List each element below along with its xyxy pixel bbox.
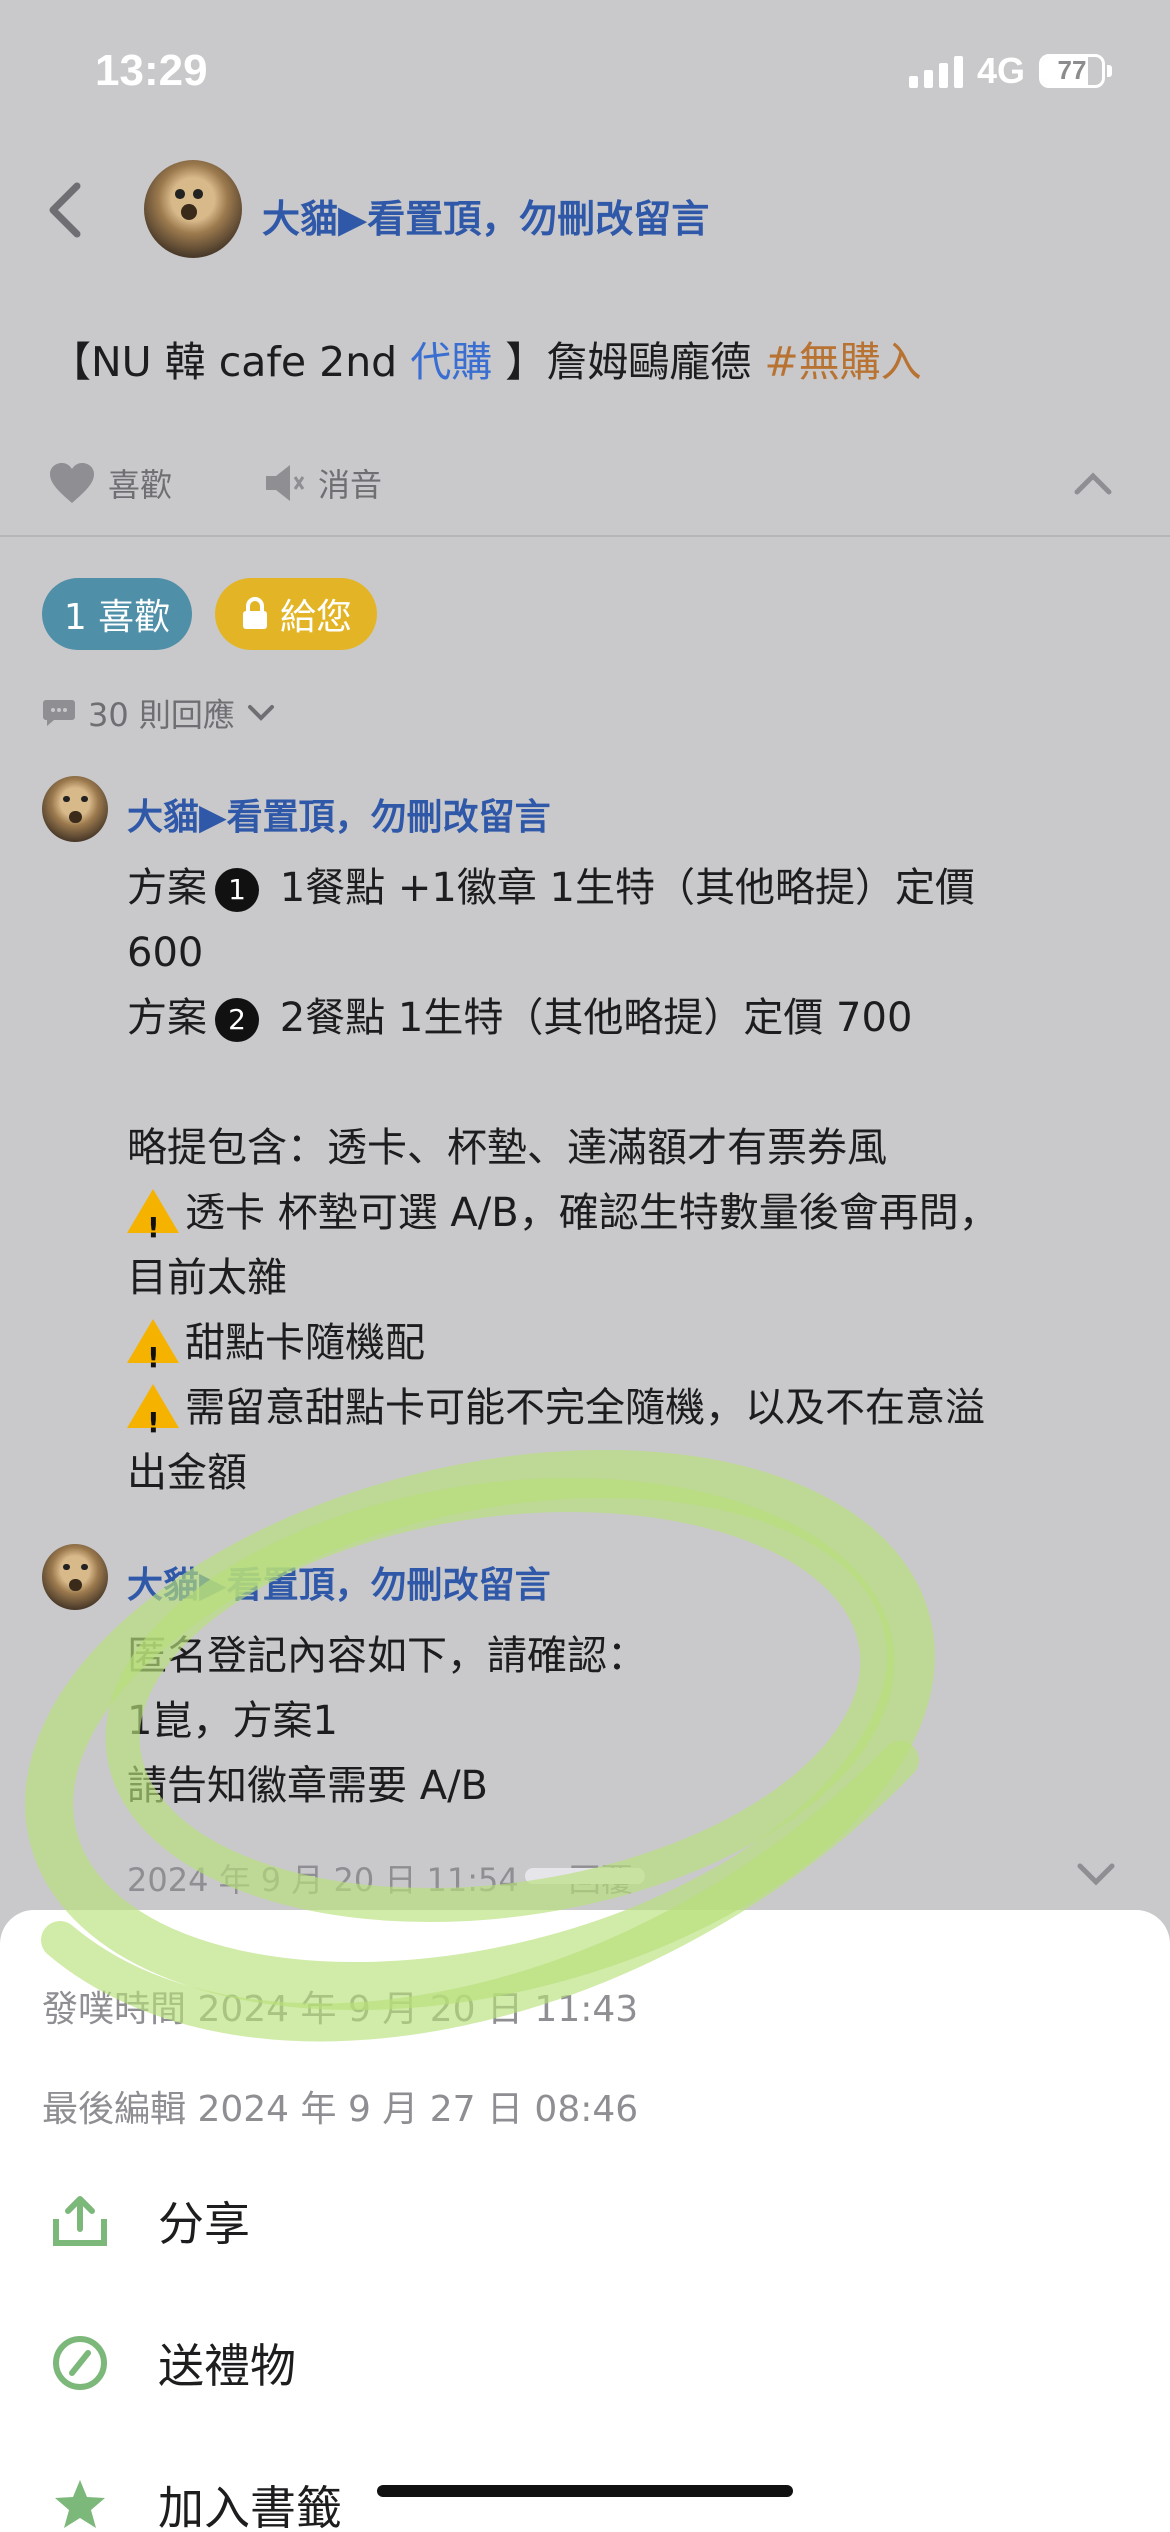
post-title-prefix: 【NU 韓 cafe 2nd (50, 338, 411, 386)
like-button[interactable]: 喜歡 (48, 460, 172, 506)
battery-icon: 77 (1039, 54, 1112, 88)
comment-text: 方案 (127, 865, 207, 911)
number-badge: 2 (215, 998, 259, 1042)
comment-text: 匿名登記內容如下，請確認： (127, 1633, 647, 1679)
author-avatar[interactable] (144, 160, 242, 258)
comment-author[interactable]: 大貓▶看置頂，勿刪改留言 (127, 788, 551, 840)
comment-avatar[interactable] (42, 776, 108, 842)
comment-timestamp: 2024 年 9 月 20 日 11:54 (127, 1861, 519, 1899)
comment-text: 600 (127, 930, 204, 976)
warning-icon (127, 1319, 179, 1390)
action-sheet: 發噗時間 2024 年 9 月 20 日 11:43 最後編輯 2024 年 9… (0, 1868, 1170, 2532)
plurk-post-screen: 13:29 4G 77 大貓▶看置頂，勿刪改留言 【NU 韓 cafe 2nd … (0, 0, 1170, 2532)
comment-text: 透卡 杯墊可選 A/B，確認生特數量後會再問， (185, 1190, 999, 1236)
star-icon (55, 2480, 105, 2528)
share-menu-item[interactable]: 分享 (52, 2188, 250, 2254)
post-content: 【NU 韓 cafe 2nd 代購 】詹姆鷗龐德 #無購入 (50, 328, 922, 388)
comment-author[interactable]: 大貓▶看置頂，勿刪改留言 (127, 1556, 551, 1608)
comment-line: 匿名登記內容如下，請確認： (127, 1624, 1137, 1689)
speaker-mute-icon (266, 465, 305, 501)
warning-icon (127, 1384, 179, 1455)
bookmark-menu-item[interactable]: 加入書籤 (52, 2472, 342, 2532)
author-name[interactable]: 大貓▶看置頂，勿刪改留言 (262, 188, 709, 243)
post-link[interactable]: 代購 (410, 338, 492, 386)
comment-text: 方案 (127, 995, 207, 1041)
collapse-chevron-icon[interactable] (1073, 470, 1113, 496)
comment-text (127, 1060, 140, 1106)
comment-line: 透卡 杯墊可選 A/B，確認生特數量後會再問， (127, 1181, 1137, 1260)
comment-line: 方案 1 1餐點 +1徽章 1生特（其他略提）定價 (127, 856, 1137, 921)
comment-line: 1崑，方案1 (127, 1689, 1137, 1754)
lock-icon (242, 597, 267, 629)
comment-text: 出金額 (127, 1450, 247, 1496)
chevron-down-icon (247, 705, 274, 721)
gift-menu-item[interactable]: 送禮物 (52, 2330, 296, 2396)
comment-body: 匿名登記內容如下，請確認： 1崑，方案1 請告知徽章需要 A/B (127, 1624, 1137, 1819)
comment-text: 請告知徽章需要 A/B (127, 1763, 488, 1809)
replies-toggle[interactable]: 30 則回應 (42, 690, 275, 736)
comment-text: 1餐點 +1徽章 1生特（其他略提）定價 (267, 865, 976, 911)
replies-count: 30 則回應 (88, 696, 235, 734)
likes-pill[interactable]: 1 喜歡 (42, 578, 192, 650)
comment-line: 方案 2 2餐點 1生特（其他略提）定價 700 (127, 986, 1137, 1051)
comment-line: 出金額 (127, 1441, 1137, 1506)
edited-time: 最後編輯 2024 年 9 月 27 日 08:46 (42, 2089, 639, 2130)
back-chevron-icon[interactable] (45, 180, 85, 240)
gift-pill[interactable]: 給您 (215, 578, 377, 650)
post-hashtag[interactable]: #無購入 (764, 338, 921, 386)
comment-body: 方案 1 1餐點 +1徽章 1生特（其他略提）定價 600 方案 2 2餐點 1生特（其… (127, 856, 1137, 1506)
comment-line: 略提包含：透卡、杯墊、達滿額才有票券風 (127, 1116, 1137, 1181)
post-title-middle: 】詹姆鷗龐德 (492, 338, 765, 386)
comment-text: 1崑，方案1 (127, 1698, 338, 1744)
posted-time: 發噗時間 2024 年 9 月 20 日 11:43 (42, 1989, 639, 2030)
network-label: 4G (976, 50, 1025, 91)
comment-avatar[interactable] (42, 1544, 108, 1610)
comment-text: 2餐點 1生特（其他略提）定價 700 (267, 995, 913, 1041)
status-time: 13:29 (95, 46, 208, 95)
comment-text: 甜點卡隨機配 (185, 1320, 425, 1366)
number-badge: 1 (215, 868, 259, 912)
mute-button[interactable]: 消音 (262, 460, 382, 506)
home-indicator[interactable] (377, 2485, 793, 2497)
comment-line: 需留意甜點卡可能不完全隨機，以及不在意溢 (127, 1376, 1137, 1455)
battery-level: 77 (1057, 55, 1087, 85)
share-label: 分享 (158, 2197, 250, 2251)
share-icon (53, 2196, 107, 2246)
warning-icon (127, 1189, 179, 1260)
gift-label: 送禮物 (158, 2339, 296, 2393)
heart-icon (50, 463, 94, 503)
comment-line: 甜點卡隨機配 (127, 1311, 1137, 1390)
like-label: 喜歡 (108, 466, 173, 504)
comment-line: 目前太雜 (127, 1246, 1137, 1311)
gift-icon (53, 2336, 107, 2390)
comment-text: 略提包含：透卡、杯墊、達滿額才有票券風 (127, 1125, 887, 1171)
gift-pill-label: 給您 (279, 597, 352, 638)
comment-text: 需留意甜點卡可能不完全隨機，以及不在意溢 (185, 1385, 985, 1431)
sheet-grabber[interactable] (525, 1868, 645, 1884)
divider (0, 535, 1170, 537)
status-indicators: 4G 77 (908, 50, 1112, 92)
comment-line (127, 1051, 1137, 1116)
comment-text: 目前太雜 (127, 1255, 287, 1301)
mute-label: 消音 (318, 466, 383, 504)
speech-bubble-icon (43, 700, 75, 726)
bookmark-label: 加入書籤 (158, 2481, 342, 2532)
signal-icon (908, 54, 963, 88)
expand-chevron-icon[interactable] (1076, 1862, 1116, 1886)
comment-line: 請告知徽章需要 A/B (127, 1754, 1137, 1819)
comment-line: 600 (127, 921, 1137, 986)
